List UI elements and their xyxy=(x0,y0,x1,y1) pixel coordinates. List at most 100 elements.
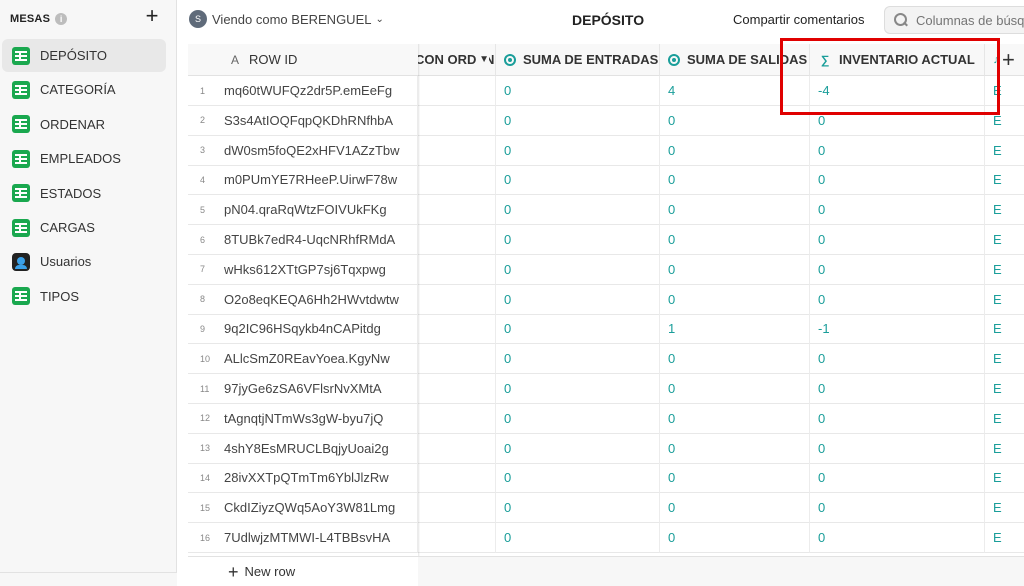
suma-entradas-cell[interactable]: 0 xyxy=(496,463,660,494)
suma-salidas-cell[interactable]: 0 xyxy=(660,493,810,524)
inventario-actual-cell[interactable]: 0 xyxy=(810,344,985,375)
con-orden-cell[interactable] xyxy=(418,135,496,166)
con-orden-cell[interactable] xyxy=(418,225,496,255)
sidebar-item-deposito[interactable]: DEPÓSITO xyxy=(2,39,166,72)
row-id-cell[interactable]: wHks612XTtGP7sj6Tqxpwg xyxy=(224,254,418,285)
suma-salidas-cell[interactable]: 0 xyxy=(660,225,810,255)
next-column-cell[interactable]: E xyxy=(985,285,1024,315)
row-id-cell[interactable]: 28ivXXTpQTmTm6YblJlzRw xyxy=(224,463,418,494)
sort-caret-icon[interactable]: ▼ xyxy=(476,54,489,65)
sidebar-item-usuarios[interactable]: Usuarios xyxy=(2,245,166,278)
con-orden-cell[interactable] xyxy=(418,374,496,404)
row-id-cell[interactable]: tAgnqtjNTmWs3gW-byu7jQ xyxy=(224,403,418,434)
search-input[interactable] xyxy=(916,12,1024,28)
suma-entradas-cell[interactable]: 0 xyxy=(496,314,660,345)
suma-salidas-cell[interactable]: 0 xyxy=(660,463,810,494)
suma-salidas-cell[interactable]: 0 xyxy=(660,374,810,404)
con-orden-cell[interactable] xyxy=(418,314,496,345)
suma-entradas-cell[interactable]: 0 xyxy=(496,165,660,196)
sidebar-item-estados[interactable]: ESTADOS xyxy=(2,177,166,210)
suma-salidas-cell[interactable]: 0 xyxy=(660,195,810,226)
suma-salidas-cell[interactable]: 0 xyxy=(660,165,810,196)
row-id-cell[interactable]: pN04.qraRqWtzFOIVUkFKg xyxy=(224,195,418,226)
row-id-cell[interactable]: O2o8eqKEQA6Hh2HWvtdwtw xyxy=(224,284,418,315)
suma-entradas-cell[interactable]: 0 xyxy=(496,254,660,285)
suma-entradas-cell[interactable]: 0 xyxy=(496,76,660,106)
next-column-cell[interactable]: E xyxy=(985,106,1024,136)
con-orden-cell[interactable] xyxy=(418,463,496,494)
next-column-cell[interactable]: E xyxy=(985,314,1024,345)
suma-entradas-cell[interactable]: 0 xyxy=(496,344,660,375)
con-orden-cell[interactable] xyxy=(418,105,496,136)
share-comments-button[interactable]: Compartir comentarios xyxy=(733,12,865,27)
next-column-cell[interactable]: E xyxy=(985,255,1024,285)
search-box[interactable] xyxy=(884,6,1024,34)
row-id-cell[interactable]: S3s4AtIOQFqpQKDhRNfhbA xyxy=(224,105,418,136)
row-id-cell[interactable]: dW0sm5foQE2xHFV1AZzTbw xyxy=(224,135,418,166)
con-orden-cell[interactable] xyxy=(418,254,496,285)
add-column-button[interactable]: + xyxy=(1002,49,1015,71)
inventario-actual-cell[interactable]: 0 xyxy=(810,493,985,524)
inventario-actual-cell[interactable]: 0 xyxy=(810,165,985,196)
suma-entradas-cell[interactable]: 0 xyxy=(496,403,660,434)
suma-salidas-cell[interactable]: 0 xyxy=(660,105,810,136)
suma-salidas-cell[interactable]: 0 xyxy=(660,433,810,464)
next-column-cell[interactable]: E xyxy=(985,76,1024,106)
suma-salidas-cell[interactable]: 0 xyxy=(660,284,810,315)
sidebar-item-cargas[interactable]: CARGAS xyxy=(2,211,166,244)
con-orden-cell[interactable] xyxy=(418,344,496,375)
next-column-cell[interactable]: E xyxy=(985,463,1024,494)
next-column-cell[interactable]: E xyxy=(985,136,1024,166)
suma-entradas-cell[interactable]: 0 xyxy=(496,493,660,524)
next-column-cell[interactable]: E xyxy=(985,374,1024,404)
next-column-cell[interactable]: E xyxy=(985,434,1024,464)
inventario-actual-cell[interactable]: -4 xyxy=(810,76,985,106)
next-column-cell[interactable]: E xyxy=(985,493,1024,524)
suma-entradas-cell[interactable]: 0 xyxy=(496,374,660,404)
sidebar-item-categoria[interactable]: CATEGORÍA xyxy=(2,73,166,106)
next-column-cell[interactable]: E xyxy=(985,344,1024,375)
row-id-cell[interactable]: CkdIZiyzQWq5AoY3W81Lmg xyxy=(224,493,418,524)
suma-entradas-cell[interactable]: 0 xyxy=(496,523,660,553)
inventario-actual-cell[interactable]: 0 xyxy=(810,433,985,464)
row-id-cell[interactable]: 9q2IC96HSqykb4nCAPitdg xyxy=(224,314,418,345)
inventario-actual-cell[interactable]: 0 xyxy=(810,374,985,404)
row-id-cell[interactable]: 7UdlwjzMTMWI-L4TBBsvHA xyxy=(224,523,418,553)
suma-entradas-cell[interactable]: 0 xyxy=(496,284,660,315)
suma-entradas-cell[interactable]: 0 xyxy=(496,195,660,226)
suma-entradas-cell[interactable]: 0 xyxy=(496,225,660,255)
row-id-cell[interactable]: 8TUBk7edR4-UqcNRhfRMdA xyxy=(224,225,418,255)
row-id-cell[interactable]: 4shY8EsMRUCLBqjyUoai2g xyxy=(224,433,418,464)
suma-entradas-cell[interactable]: 0 xyxy=(496,105,660,136)
suma-salidas-cell[interactable]: 0 xyxy=(660,254,810,285)
sidebar-item-empleados[interactable]: EMPLEADOS xyxy=(2,142,166,175)
suma-entradas-cell[interactable]: 0 xyxy=(496,433,660,464)
info-icon[interactable]: i xyxy=(55,13,68,25)
next-column-cell[interactable]: E xyxy=(985,195,1024,226)
column-header-suma-salidas[interactable]: SUMA DE SALIDAS xyxy=(660,44,810,76)
column-header-row-id[interactable]: A ROW ID xyxy=(188,44,418,76)
suma-entradas-cell[interactable]: 0 xyxy=(496,135,660,166)
row-id-cell[interactable]: mq60tWUFQz2dr5P.emEeFg xyxy=(224,76,418,106)
suma-salidas-cell[interactable]: 0 xyxy=(660,344,810,375)
next-column-cell[interactable]: E xyxy=(985,404,1024,434)
inventario-actual-cell[interactable]: 0 xyxy=(810,105,985,136)
view-as-selector[interactable]: S Viendo como BERENGUEL ⌄ xyxy=(189,10,384,28)
con-orden-cell[interactable] xyxy=(418,403,496,434)
suma-salidas-cell[interactable]: 1 xyxy=(660,314,810,345)
inventario-actual-cell[interactable]: 0 xyxy=(810,135,985,166)
sidebar-item-tipos[interactable]: TIPOS xyxy=(2,280,166,313)
inventario-actual-cell[interactable]: -1 xyxy=(810,314,985,345)
next-column-cell[interactable]: E xyxy=(985,523,1024,553)
next-column-cell[interactable]: E xyxy=(985,165,1024,196)
column-header-inventario-actual[interactable]: ∑ INVENTARIO ACTUAL xyxy=(810,44,985,76)
new-row-button[interactable]: + New row xyxy=(188,556,418,586)
con-orden-cell[interactable] xyxy=(418,195,496,226)
con-orden-cell[interactable] xyxy=(418,523,496,553)
inventario-actual-cell[interactable]: 0 xyxy=(810,523,985,553)
con-orden-cell[interactable] xyxy=(418,493,496,524)
inventario-actual-cell[interactable]: 0 xyxy=(810,403,985,434)
next-column-cell[interactable]: E xyxy=(985,225,1024,255)
row-id-cell[interactable]: m0PUmYE7RHeeP.UirwF78w xyxy=(224,165,418,196)
inventario-actual-cell[interactable]: 0 xyxy=(810,225,985,255)
